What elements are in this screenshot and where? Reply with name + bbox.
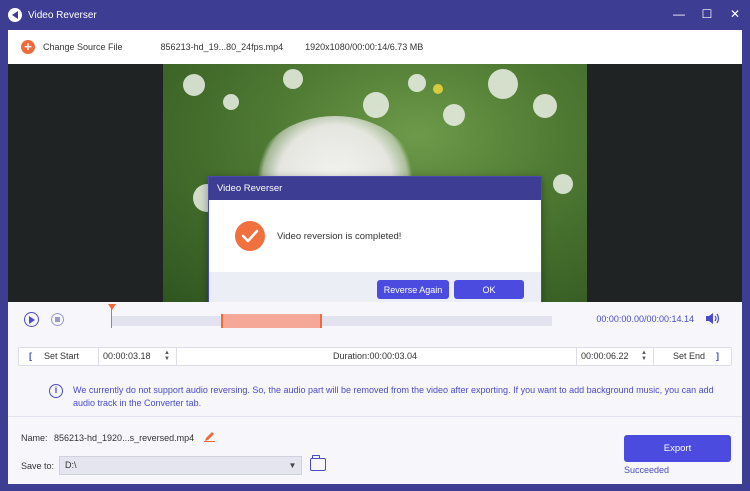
play-icon [29, 315, 35, 324]
maximize-icon[interactable]: ☐ [700, 6, 714, 22]
play-button[interactable] [24, 312, 39, 327]
source-file-name: 856213-hd_19...80_24fps.mp4 [160, 42, 284, 52]
edit-pencil-icon[interactable] [204, 431, 215, 445]
app-window: Video Reverser — ☐ ✕ + Change Source Fil… [0, 0, 750, 491]
audio-notice: We currently do not support audio revers… [73, 385, 714, 408]
folder-icon[interactable] [310, 455, 326, 471]
start-bracket-icon: [ [29, 351, 32, 361]
name-label: Name: [21, 433, 48, 443]
set-end-button[interactable]: Set End [673, 348, 705, 365]
source-file-info: 1920x1080/00:00:14/6.73 MB [305, 42, 424, 52]
timeline-bar: 00:00:00.00/00:00:14.14 [8, 302, 742, 338]
info-icon: i [49, 384, 63, 398]
save-path-field[interactable]: D:\ [59, 456, 302, 475]
dialog-title: Video Reverser [209, 177, 541, 200]
duration-value: Duration:00:00:03.04 [333, 351, 418, 361]
reverse-again-button[interactable]: Reverse Again [377, 280, 449, 299]
app-logo-icon [8, 8, 22, 22]
source-bar: + Change Source File 856213-hd_19...80_2… [8, 30, 742, 64]
main-content: + Change Source File 856213-hd_19...80_2… [8, 30, 742, 484]
set-start-button[interactable]: Set Start [44, 348, 79, 365]
ok-button[interactable]: OK [454, 280, 524, 299]
window-title: Video Reverser [28, 9, 97, 21]
completion-dialog: Video Reverser Video reversion is comple… [208, 176, 542, 314]
end-time-input[interactable]: 00:00:06.22 [581, 348, 629, 365]
success-check-icon [235, 221, 265, 251]
minimize-icon[interactable]: — [672, 6, 686, 22]
close-icon[interactable]: ✕ [728, 6, 742, 22]
add-source-icon[interactable]: + [21, 40, 35, 54]
start-time-stepper[interactable]: ▲ ▼ [164, 350, 170, 362]
divider [8, 416, 742, 417]
end-bracket-icon: ] [716, 351, 719, 361]
volume-icon[interactable] [706, 313, 720, 327]
cut-controls: [ Set Start 00:00:03.18 ▲ ▼ Duration:00:0… [18, 347, 732, 366]
stop-button[interactable] [51, 313, 64, 326]
timeline-track[interactable] [111, 316, 552, 326]
dialog-body: Video reversion is completed! [209, 200, 541, 272]
title-bar: Video Reverser — ☐ ✕ [0, 0, 750, 30]
playhead-handle[interactable] [108, 304, 116, 310]
time-display: 00:00:00.00/00:00:14.14 [596, 314, 694, 324]
export-button[interactable]: Export [624, 435, 731, 462]
chevron-down-icon[interactable]: ▼ [283, 456, 302, 475]
save-to-label: Save to: [21, 461, 55, 471]
export-status: Succeeded [624, 465, 670, 475]
end-time-stepper[interactable]: ▲ ▼ [641, 350, 647, 362]
stop-icon [55, 317, 60, 322]
selection-range[interactable] [221, 314, 322, 328]
start-time-input[interactable]: 00:00:03.18 [103, 348, 151, 365]
change-source-button[interactable]: Change Source File [43, 42, 123, 52]
dialog-message: Video reversion is completed! [277, 230, 402, 242]
output-file-name: 856213-hd_1920...s_reversed.mp4 [54, 433, 195, 443]
